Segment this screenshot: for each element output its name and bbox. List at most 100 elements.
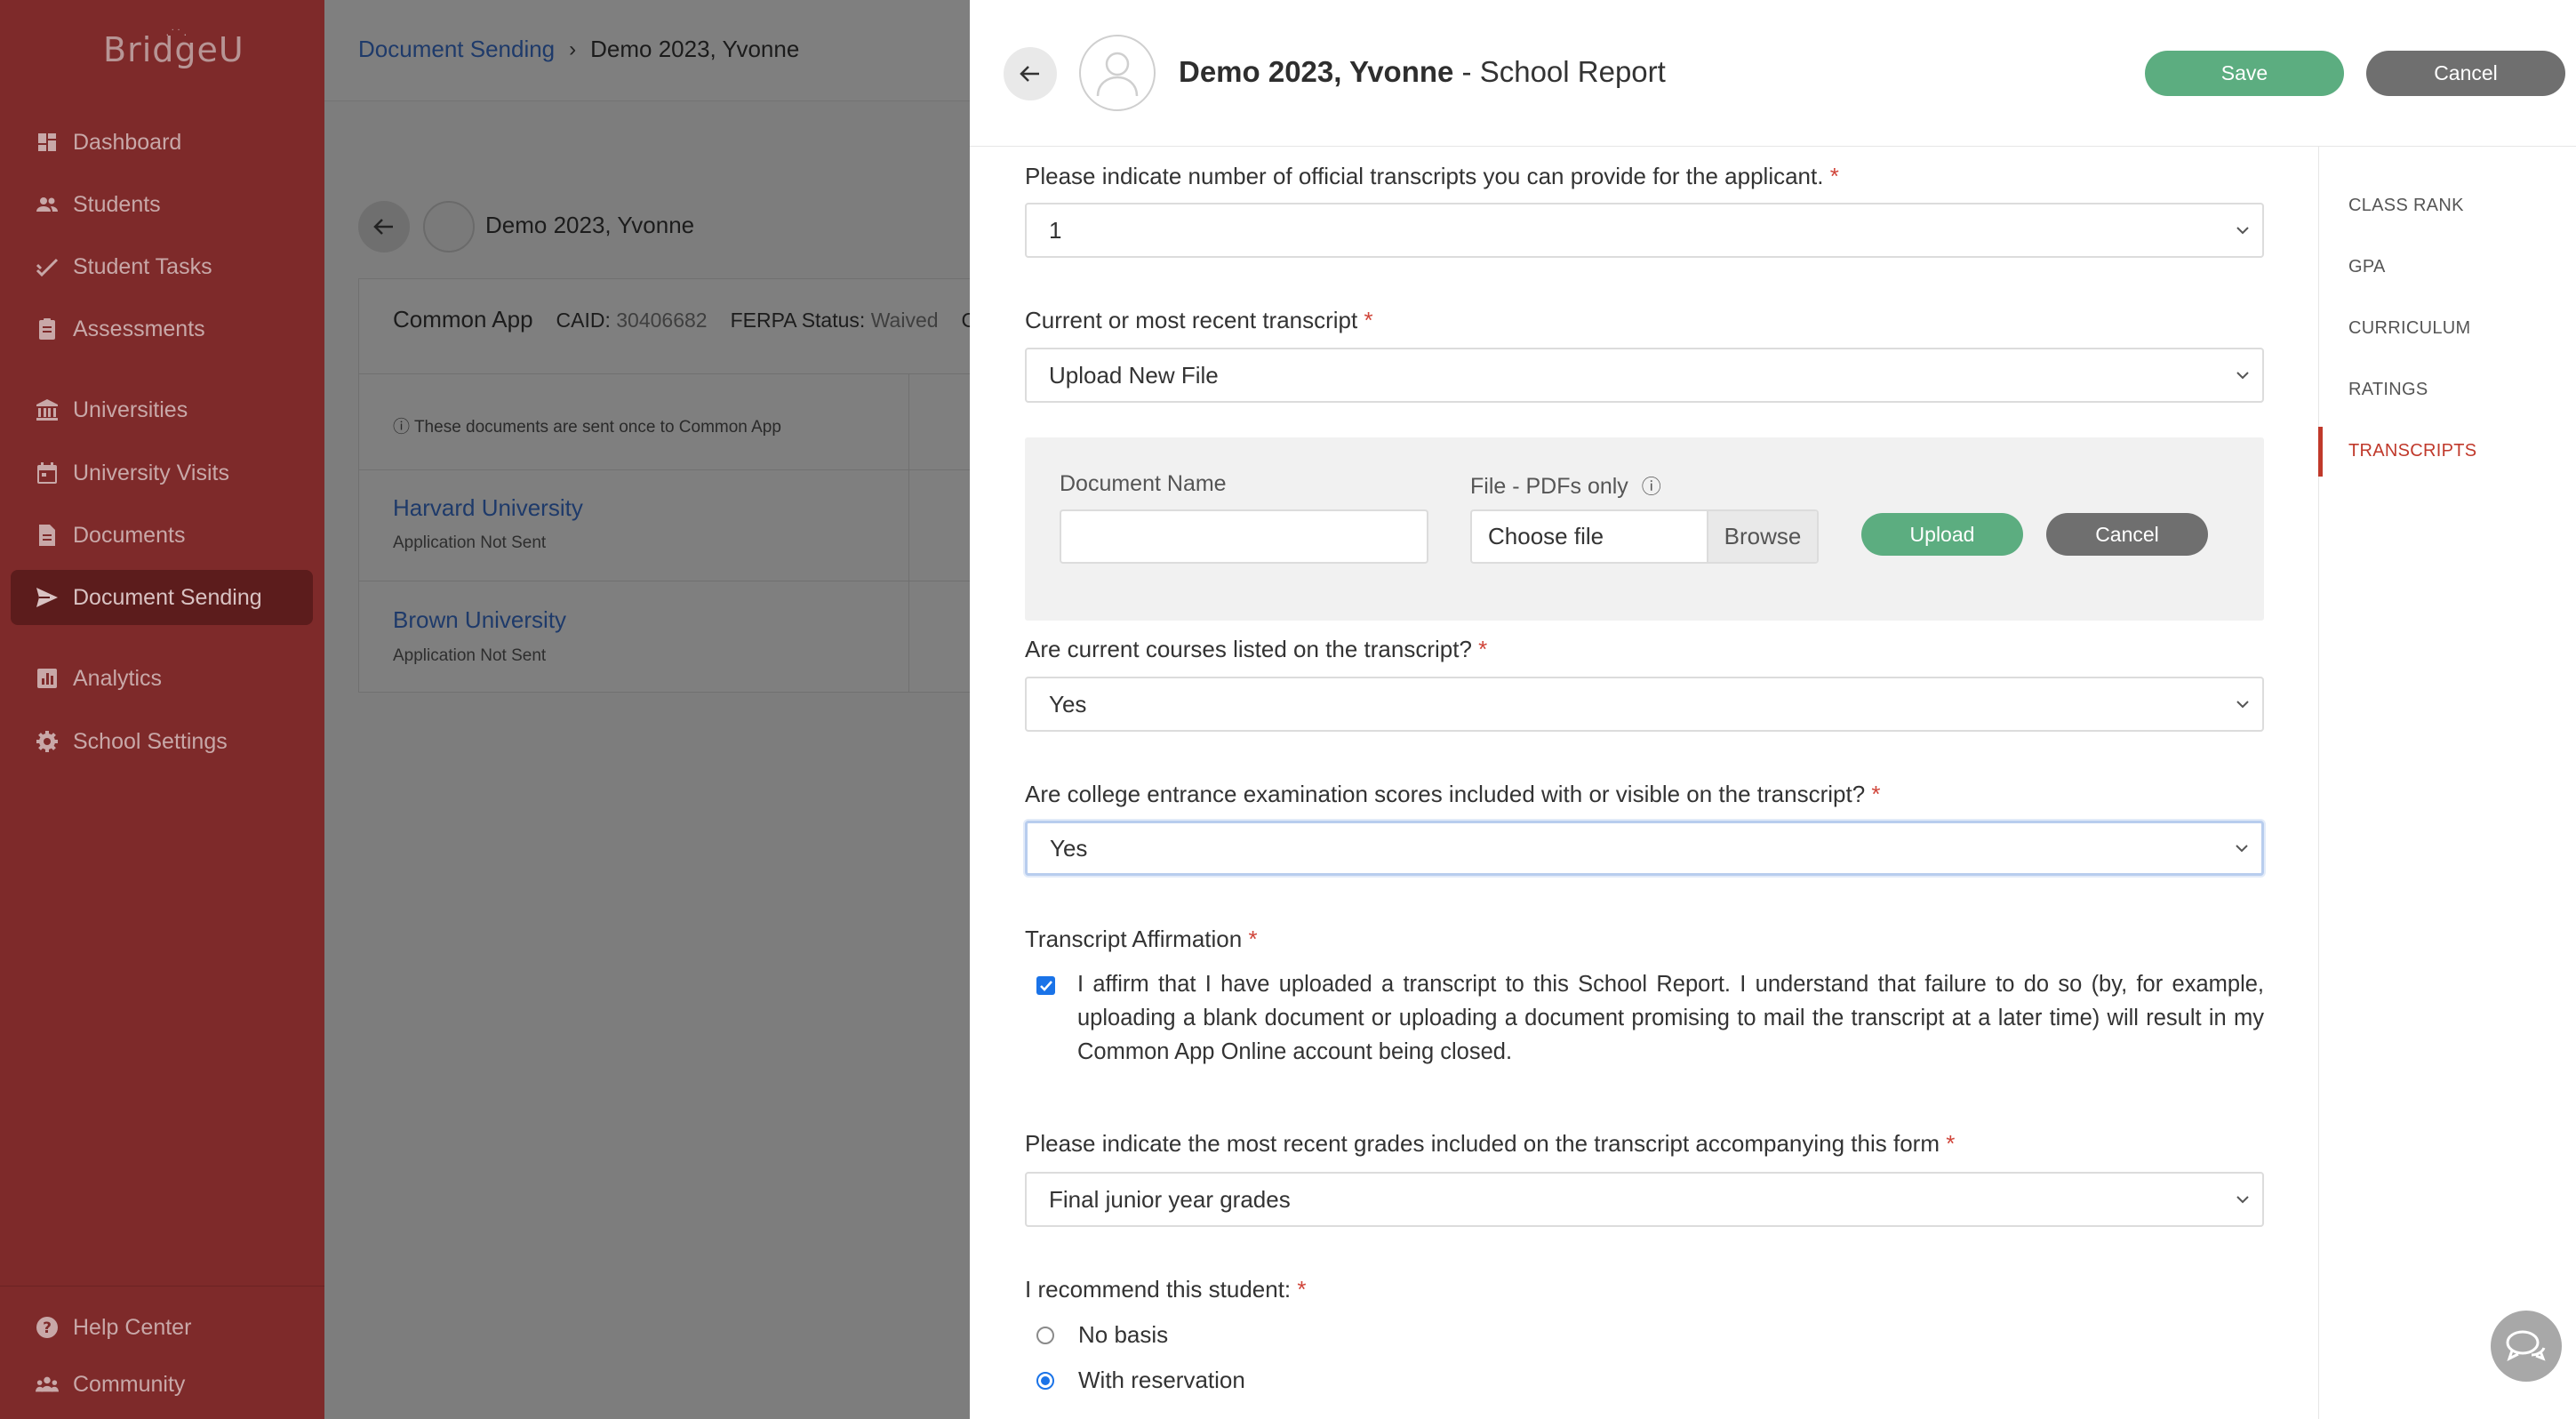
page-title: Demo 2023, Yvonne - School Report	[1179, 55, 1666, 89]
document-name-input[interactable]	[1060, 509, 1428, 564]
user-icon	[1096, 52, 1139, 97]
breadcrumb: Document Sending › Demo 2023, Yvonne	[358, 36, 799, 63]
chevron-down-icon	[2236, 1196, 2249, 1204]
question-text: Transcript Affirmation	[1025, 926, 1243, 952]
upload-button[interactable]: Upload	[1861, 513, 2023, 556]
info-icon[interactable]: ⓘ	[1642, 476, 1661, 498]
divider	[359, 373, 980, 374]
question-text: Please indicate number of official trans…	[1025, 163, 1824, 189]
section-nav-ratings[interactable]: RATINGS	[2348, 380, 2428, 400]
upload-cancel-button[interactable]: Cancel	[2046, 513, 2208, 556]
question-label: Current or most recent transcript *	[1025, 307, 1373, 334]
question-label: Are college entrance examination scores …	[1025, 781, 1881, 808]
chevron-down-icon	[2236, 227, 2249, 235]
students-icon	[36, 193, 59, 216]
radio-label: No basis	[1078, 1321, 1169, 1348]
choose-file-text[interactable]: Choose file	[1472, 511, 1707, 562]
radio-no-basis[interactable]: No basis	[1036, 1321, 1168, 1349]
help-icon: ?	[36, 1316, 59, 1339]
arrow-left-icon	[1020, 66, 1039, 82]
sidebar-item-students[interactable]: Students	[11, 177, 313, 232]
chevron-down-icon	[2236, 845, 2248, 853]
cancel-button[interactable]: Cancel	[2366, 51, 2565, 96]
chevron-down-icon	[2236, 372, 2249, 380]
sidebar-item-label: Universities	[73, 397, 188, 422]
checkmark-icon	[1039, 980, 1052, 991]
question-text: Are college entrance examination scores …	[1025, 781, 1866, 807]
send-icon	[36, 586, 59, 609]
avatar	[1079, 35, 1156, 111]
chevron-right-icon: ›	[569, 36, 577, 61]
sidebar-item-school-settings[interactable]: School Settings	[11, 714, 313, 769]
dashboard-icon	[36, 131, 59, 154]
chevron-down-icon	[2236, 701, 2249, 709]
sidebar-item-analytics[interactable]: Analytics	[11, 651, 313, 706]
exam-scores-select[interactable]: Yes	[1025, 821, 2264, 876]
question-label: I recommend this student: *	[1025, 1276, 1307, 1303]
sidebar-item-label: University Visits	[73, 460, 229, 485]
affirmation-text: I affirm that I have uploaded a transcri…	[1077, 972, 2264, 1064]
breadcrumb-current: Demo 2023, Yvonne	[590, 36, 800, 62]
sidebar-item-assessments[interactable]: Assessments	[11, 301, 313, 357]
recent-transcript-select[interactable]: Upload New File	[1025, 348, 2264, 403]
university-link-harvard[interactable]: Harvard University	[393, 494, 583, 522]
chat-icon	[2506, 1330, 2546, 1361]
sidebar-item-help-center[interactable]: ? Help Center	[11, 1300, 313, 1355]
info-icon: ⓘ	[393, 418, 411, 437]
affirmation-checkbox[interactable]	[1036, 976, 1055, 995]
browse-button[interactable]: Browse	[1707, 511, 1817, 562]
breadcrumb-link-document-sending[interactable]: Document Sending	[358, 36, 555, 63]
required-mark: *	[1829, 163, 1839, 189]
radio-button[interactable]	[1036, 1326, 1054, 1344]
select-value: Final junior year grades	[1049, 1185, 1291, 1213]
caid-value: 30406682	[616, 309, 708, 332]
question-label: Transcript Affirmation *	[1025, 926, 1258, 953]
file-input[interactable]: Choose file Browse	[1470, 509, 1819, 564]
question-label: Please indicate the most recent grades i…	[1025, 1130, 1955, 1158]
note-text: These documents are sent once to Common …	[413, 418, 781, 437]
sidebar-item-documents[interactable]: Documents	[11, 508, 313, 563]
gear-icon	[36, 730, 59, 753]
university-link-brown[interactable]: Brown University	[393, 606, 566, 634]
required-mark: *	[1478, 636, 1488, 662]
radio-label: With reservation	[1078, 1367, 1245, 1393]
section-nav-gpa[interactable]: GPA	[2348, 257, 2386, 277]
sidebar-item-label: Assessments	[73, 316, 205, 341]
required-mark: *	[1297, 1276, 1307, 1303]
university-status: Application Not Sent	[393, 533, 547, 552]
back-button-bg[interactable]	[358, 201, 410, 253]
arrow-left-icon	[373, 219, 393, 235]
section-nav-transcripts[interactable]: TRANSCRIPTS	[2348, 441, 2476, 461]
section-nav-class-rank[interactable]: CLASS RANK	[2348, 196, 2464, 216]
sidebar-item-label: Dashboard	[73, 129, 182, 155]
question-text: Please indicate the most recent grades i…	[1025, 1130, 1940, 1157]
sidebar-item-universities[interactable]: Universities	[11, 382, 313, 437]
radio-button[interactable]	[1036, 1371, 1054, 1390]
question-text: Current or most recent transcript	[1025, 307, 1358, 333]
question-text: I recommend this student:	[1025, 1276, 1292, 1303]
question-label: Please indicate number of official trans…	[1025, 163, 1839, 190]
sidebar-item-label: School Settings	[73, 728, 228, 754]
sidebar-item-document-sending[interactable]: Document Sending	[11, 570, 313, 625]
select-value: 1	[1049, 216, 1062, 244]
radio-with-reservation[interactable]: With reservation	[1036, 1367, 1245, 1394]
save-button[interactable]: Save	[2145, 51, 2344, 96]
select-value: Yes	[1049, 690, 1087, 718]
analytics-icon	[36, 667, 59, 690]
current-courses-select[interactable]: Yes	[1025, 677, 2264, 732]
sidebar-item-student-tasks[interactable]: Student Tasks	[11, 239, 313, 294]
avatar-bg	[423, 201, 475, 253]
university-icon	[36, 398, 59, 421]
sidebar-item-community[interactable]: Community	[11, 1357, 313, 1412]
community-icon	[36, 1373, 59, 1396]
tasks-icon	[36, 255, 59, 278]
logo-dots: ·˙˙·	[165, 27, 189, 41]
back-button[interactable]	[1004, 47, 1057, 100]
recent-grades-select[interactable]: Final junior year grades	[1025, 1172, 2264, 1227]
title-suffix: - School Report	[1453, 55, 1666, 88]
chat-support-button[interactable]	[2491, 1311, 2562, 1382]
transcripts-count-select[interactable]: 1	[1025, 203, 2264, 258]
section-nav-curriculum[interactable]: CURRICULUM	[2348, 318, 2470, 339]
sidebar-item-university-visits[interactable]: University Visits	[11, 445, 313, 501]
sidebar-item-dashboard[interactable]: Dashboard	[11, 115, 313, 170]
